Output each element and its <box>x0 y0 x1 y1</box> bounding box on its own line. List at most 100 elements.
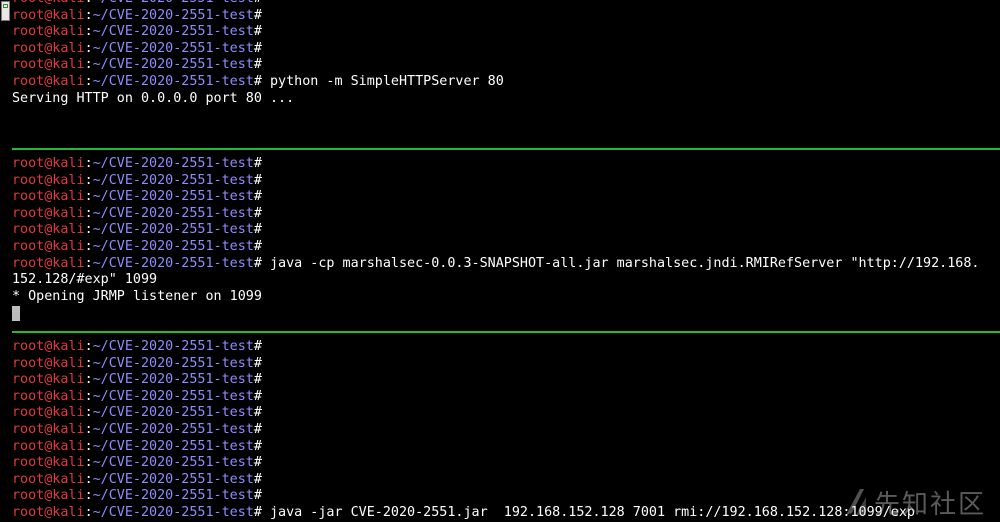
prompt-path: ~/CVE-2020-2551-test <box>92 405 254 421</box>
prompt-line: root@kali:~/CVE-2020-2551-test# <box>12 57 1000 74</box>
prompt-path: ~/CVE-2020-2551-test <box>92 156 254 171</box>
prompt-symbol: # <box>253 471 262 487</box>
prompt-path: ~/CVE-2020-2551-test <box>92 205 254 221</box>
prompt-separator: : <box>84 455 93 471</box>
watermark: 先知社区 <box>842 485 986 520</box>
prompt-symbol: # <box>253 40 262 56</box>
prompt-user: root@kali <box>12 355 85 371</box>
prompt-line: root@kali:~/CVE-2020-2551-test# <box>12 405 1000 422</box>
prompt-path: ~/CVE-2020-2551-test <box>92 438 254 454</box>
prompt-line: root@kali:~/CVE-2020-2551-test# <box>12 439 1000 456</box>
prompt-path: ~/CVE-2020-2551-test <box>92 388 254 404</box>
output-line: Serving HTTP on 0.0.0.0 port 80 ... <box>12 91 1000 108</box>
prompt-user: root@kali <box>12 504 85 520</box>
watermark-text: 先知社区 <box>873 489 986 520</box>
prompt-symbol: # <box>253 421 262 437</box>
window-marker-icon <box>1 1 10 21</box>
prompt-symbol: # <box>253 156 262 171</box>
prompt-separator: : <box>84 438 93 454</box>
prompt-symbol: # <box>253 73 262 89</box>
output-line: 152.128/#exp" 1099 <box>12 272 1000 289</box>
prompt-user: root@kali <box>12 405 85 421</box>
prompt-line: root@kali:~/CVE-2020-2551-test# <box>12 222 1000 239</box>
terminal-pane-http-server[interactable]: root@kali:~/CVE-2020-2551-test# root@kali… <box>12 0 1000 107</box>
prompt-path: ~/CVE-2020-2551-test <box>92 57 254 73</box>
prompt-line: root@kali:~/CVE-2020-2551-test# <box>12 173 1000 190</box>
prompt-symbol: # <box>253 488 262 504</box>
prompt-path: ~/CVE-2020-2551-test <box>92 255 254 271</box>
prompt-symbol: # <box>253 238 262 254</box>
prompt-separator: : <box>84 205 93 221</box>
output-text: * Opening JRMP listener on 1099 <box>12 288 262 304</box>
prompt-user: root@kali <box>12 0 85 6</box>
output-text: 152.128/#exp" 1099 <box>12 272 158 288</box>
prompt-path: ~/CVE-2020-2551-test <box>92 372 254 388</box>
prompt-user: root@kali <box>12 339 85 354</box>
prompt-separator: : <box>84 488 93 504</box>
prompt-user: root@kali <box>12 7 85 23</box>
prompt-user: root@kali <box>12 24 85 40</box>
prompt-user: root@kali <box>12 73 85 89</box>
command-text: python -m SimpleHTTPServer 80 <box>261 73 504 89</box>
prompt-line: root@kali:~/CVE-2020-2551-test# <box>12 339 1000 356</box>
prompt-symbol: # <box>253 372 262 388</box>
prompt-symbol: # <box>253 255 262 271</box>
prompt-path: ~/CVE-2020-2551-test <box>92 455 254 471</box>
pane-divider[interactable] <box>12 148 1000 150</box>
prompt-symbol: # <box>253 24 262 40</box>
terminal-pane-rmi-server[interactable]: root@kali:~/CVE-2020-2551-test# root@kali… <box>12 156 1000 322</box>
prompt-separator: : <box>84 40 93 56</box>
prompt-separator: : <box>84 172 93 188</box>
prompt-separator: : <box>84 339 93 354</box>
prompt-symbol: # <box>253 7 262 23</box>
prompt-user: root@kali <box>12 205 85 221</box>
prompt-separator: : <box>84 405 93 421</box>
prompt-user: root@kali <box>12 471 85 487</box>
output-line <box>12 305 1000 322</box>
prompt-symbol: # <box>253 504 262 520</box>
prompt-symbol: # <box>253 189 262 205</box>
prompt-separator: : <box>84 7 93 23</box>
prompt-separator: : <box>84 238 93 254</box>
prompt-path: ~/CVE-2020-2551-test <box>92 238 254 254</box>
prompt-path: ~/CVE-2020-2551-test <box>92 40 254 56</box>
prompt-path: ~/CVE-2020-2551-test <box>92 24 254 40</box>
prompt-symbol: # <box>254 0 262 6</box>
prompt-symbol: # <box>253 339 262 354</box>
prompt-symbol: # <box>253 205 262 221</box>
prompt-user: root@kali <box>12 40 85 56</box>
prompt-separator: : <box>84 156 93 171</box>
command-text: java -cp marshalsec-0.0.3-SNAPSHOT-all.j… <box>261 255 980 271</box>
prompt-line: root@kali:~/CVE-2020-2551-test# <box>12 206 1000 223</box>
prompt-separator: : <box>84 388 93 404</box>
prompt-line: root@kali:~/CVE-2020-2551-test# <box>12 422 1000 439</box>
prompt-user: root@kali <box>12 189 85 205</box>
prompt-path: ~/CVE-2020-2551-test <box>92 7 254 23</box>
prompt-symbol: # <box>253 455 262 471</box>
prompt-separator: : <box>84 255 93 271</box>
prompt-separator: : <box>84 355 93 371</box>
prompt-user: root@kali <box>12 172 85 188</box>
prompt-path: ~/CVE-2020-2551-test <box>92 222 254 238</box>
prompt-line: root@kali:~/CVE-2020-2551-test# <box>12 372 1000 389</box>
prompt-path: ~/CVE-2020-2551-test <box>92 355 254 371</box>
prompt-separator: : <box>84 73 93 89</box>
prompt-line: root@kali:~/CVE-2020-2551-test# <box>12 455 1000 472</box>
prompt-user: root@kali <box>12 421 85 437</box>
prompt-path: ~/CVE-2020-2551-test <box>92 172 254 188</box>
pane-divider[interactable] <box>12 331 1000 333</box>
left-window-strip <box>0 0 12 521</box>
prompt-separator: : <box>84 471 93 487</box>
prompt-user: root@kali <box>12 388 85 404</box>
prompt-separator: : <box>84 222 93 238</box>
prompt-line: root@kali:~/CVE-2020-2551-test# <box>12 24 1000 41</box>
prompt-user: root@kali <box>12 255 85 271</box>
prompt-line: root@kali:~/CVE-2020-2551-test# python -… <box>12 74 1000 91</box>
prompt-separator: : <box>84 24 93 40</box>
prompt-line: root@kali:~/CVE-2020-2551-test# <box>12 389 1000 406</box>
prompt-symbol: # <box>253 355 262 371</box>
prompt-path: ~/CVE-2020-2551-test <box>93 0 254 6</box>
prompt-user: root@kali <box>12 438 85 454</box>
prompt-user: root@kali <box>12 455 85 471</box>
prompt-path: ~/CVE-2020-2551-test <box>92 73 254 89</box>
